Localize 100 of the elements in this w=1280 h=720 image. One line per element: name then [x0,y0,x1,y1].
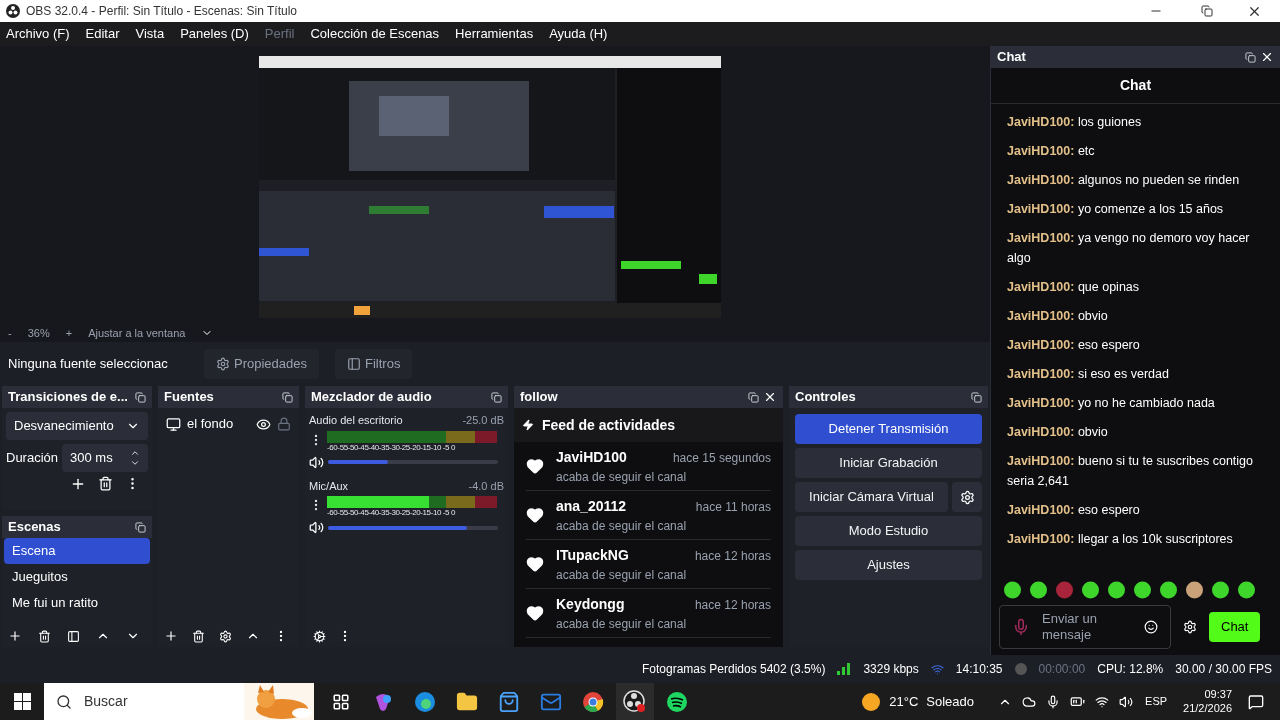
menu-item[interactable]: Vista [135,24,165,44]
dropped-frames: Fotogramas Perdidos 5402 (3.5%) [641,660,826,678]
wifi-icon[interactable] [1095,694,1110,709]
float-icon[interactable] [971,391,982,403]
fit-window-option[interactable]: Ajustar a la ventana [88,324,186,342]
control-button[interactable]: Detener Transmisión [795,414,982,444]
meter-scale: -60-55-50-45-40-35-30-25-20-15-10 -5 0 [327,442,456,453]
emote-icon[interactable] [1185,580,1204,599]
start-icon[interactable] [13,693,31,710]
source-item[interactable]: el fondo [162,412,295,436]
add-icon[interactable] [164,629,178,643]
scene-item[interactable]: Me fui un ratito [4,590,150,616]
volume-slider[interactable] [328,525,498,530]
music-app-icon[interactable] [666,690,688,713]
zoom-out-button[interactable]: - [8,324,12,342]
sun-icon [861,691,882,712]
visibility-icon[interactable] [256,416,271,432]
recording-app-icon[interactable] [623,689,647,714]
float-icon[interactable] [135,391,146,403]
emote-icon[interactable] [1211,580,1230,599]
settings-icon[interactable] [1183,620,1197,634]
control-button[interactable]: Iniciar Grabación [795,448,982,478]
increment-icon[interactable] [130,448,140,458]
add-icon[interactable] [8,629,22,643]
store-bag-icon[interactable] [498,690,520,713]
mic-icon[interactable] [1046,694,1061,709]
delete-icon[interactable] [98,476,113,491]
volume-slider[interactable] [328,460,498,464]
volume-icon[interactable] [1119,694,1134,709]
channel-name: Audio del escritorio [309,413,403,428]
zoom-in-button[interactable]: + [65,324,73,342]
chat-message: JaviHD100: obvio [1007,424,1109,441]
task-view-icon[interactable] [332,692,350,711]
delete-icon[interactable] [38,629,51,643]
clock-date[interactable]: 21/2/2026 [1183,701,1232,716]
signal-bars-icon [837,663,852,675]
emote-icon[interactable] [1107,580,1126,599]
heart-icon [526,555,544,573]
emote-icon[interactable] [1081,580,1100,599]
close-icon[interactable] [1260,50,1274,64]
chat-message: JaviHD100: si eso es verdad [1007,366,1170,383]
cpu-usage: CPU: 12.8% [1097,661,1164,678]
volume-icon[interactable] [309,454,324,470]
lock-icon[interactable] [277,417,291,431]
emoji-icon[interactable] [1144,620,1158,634]
settings-icon[interactable] [219,629,232,643]
float-icon[interactable] [282,391,293,403]
close-icon[interactable] [763,390,777,404]
event-action: acaba de seguir el canal [556,517,688,535]
heart-icon [526,457,544,475]
chat-send-button[interactable]: Chat [1209,612,1261,642]
properties-button[interactable]: Propiedades [204,349,319,379]
dock-title: Fuentes [164,388,215,407]
browser-icon[interactable] [414,690,436,713]
emote-icon[interactable] [1237,580,1256,599]
battery-icon[interactable] [1070,694,1086,709]
menu-item[interactable]: Editar [85,24,120,44]
menu-item[interactable]: Colección de Escenas [310,24,440,44]
transition-dropdown[interactable]: Desvanecimiento [6,412,148,440]
menu-item[interactable]: Archivo (F) [6,24,70,44]
clock-time[interactable]: 09:37 [1204,687,1232,702]
cloud-icon[interactable] [1022,694,1037,709]
db-reading: -25.0 dB [462,413,504,428]
scene-item[interactable]: Jueguitos [4,564,150,590]
scene-item[interactable]: Escena [4,538,150,564]
volume-icon[interactable] [309,520,324,535]
advanced-audio-icon[interactable] [313,629,326,643]
folder-icon[interactable] [456,690,478,713]
control-button[interactable]: Ajustes [795,550,982,580]
heart-icon [526,506,544,524]
menu-item[interactable]: Herramientas [455,24,534,44]
float-icon[interactable] [491,391,502,403]
float-icon[interactable] [748,391,759,403]
filters-button[interactable]: Filtros [335,349,413,379]
float-icon[interactable] [135,521,146,533]
emote-icon[interactable] [1029,580,1048,599]
notifications-icon[interactable] [1248,693,1264,710]
restore-icon[interactable] [1201,5,1213,17]
menu-item[interactable]: Paneles (D) [180,24,249,44]
control-button[interactable]: Iniciar Cámara Virtual [795,482,948,512]
filters-icon[interactable] [67,629,80,643]
menu-item[interactable]: Ayuda (H) [549,24,608,44]
chat-message: JaviHD100: algunos no pueden se rinden [1007,172,1241,189]
emote-icon[interactable] [1159,580,1178,599]
settings-button[interactable] [952,482,982,512]
add-icon[interactable] [70,476,86,492]
emote-icon[interactable] [1003,580,1022,599]
delete-icon[interactable] [192,629,205,643]
taskbar-search-field[interactable]: Buscar [44,683,314,720]
browser-icon[interactable] [582,690,604,713]
window-title: OBS 32.0.4 - Perfil: Sin Título - Escenas: Sin Título [26,3,298,20]
message-field[interactable]: Enviar un mensaje [999,605,1171,649]
duration-field[interactable]: 300 ms [62,444,148,472]
emote-icon[interactable] [1133,580,1152,599]
decrement-icon[interactable] [130,458,140,468]
float-icon[interactable] [1245,51,1256,63]
control-button[interactable]: Modo Estudio [795,516,982,546]
chat-message: JaviHD100: etc [1007,143,1096,160]
input-language[interactable]: ESP [1145,693,1168,710]
lightning-icon [522,419,534,431]
